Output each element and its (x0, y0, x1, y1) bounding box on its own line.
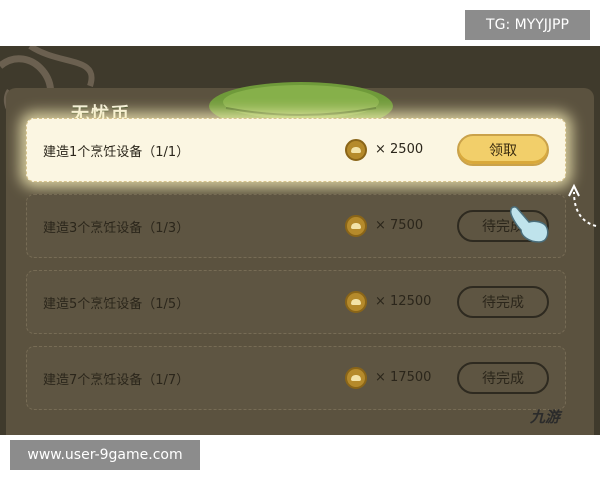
site-watermark: www.user-9game.com (10, 440, 200, 470)
game-screen: 无忧币 建造1个烹饪设备（1/1） × 2500 领取 建造3个烹饪设备（1/3… (0, 46, 600, 435)
task-label: 建造7个烹饪设备（1/7） (43, 373, 190, 388)
pending-button[interactable]: 待完成 (457, 362, 549, 394)
task-row-2: 建造3个烹饪设备（1/3） × 7500 待完成 (26, 194, 566, 258)
task-label: 建造1个烹饪设备（1/1） (43, 145, 190, 160)
claim-button[interactable]: 领取 (457, 134, 549, 166)
task-row-4: 建造7个烹饪设备（1/7） × 17500 待完成 (26, 346, 566, 410)
task-label: 建造3个烹饪设备（1/3） (43, 221, 190, 236)
coin-icon (345, 139, 367, 161)
reward-amount: × 7500 (375, 218, 424, 233)
coin-icon (345, 291, 367, 313)
reward-amount: × 12500 (375, 294, 432, 309)
reward-amount: × 2500 (375, 142, 424, 157)
curved-arrow-icon (568, 183, 597, 227)
coin-icon (345, 215, 367, 237)
task-row-3: 建造5个烹饪设备（1/5） × 12500 待完成 (26, 270, 566, 334)
task-label: 建造5个烹饪设备（1/5） (43, 297, 190, 312)
pending-button[interactable]: 待完成 (457, 286, 549, 318)
reward-amount: × 17500 (375, 370, 432, 385)
pointing-hand-icon (509, 206, 549, 243)
task-row-1: 建造1个烹饪设备（1/1） × 2500 领取 (26, 118, 566, 182)
tg-watermark: TG: MYYJJPP (465, 10, 590, 40)
corner-logo: 九游 (530, 408, 561, 426)
coin-icon (345, 367, 367, 389)
